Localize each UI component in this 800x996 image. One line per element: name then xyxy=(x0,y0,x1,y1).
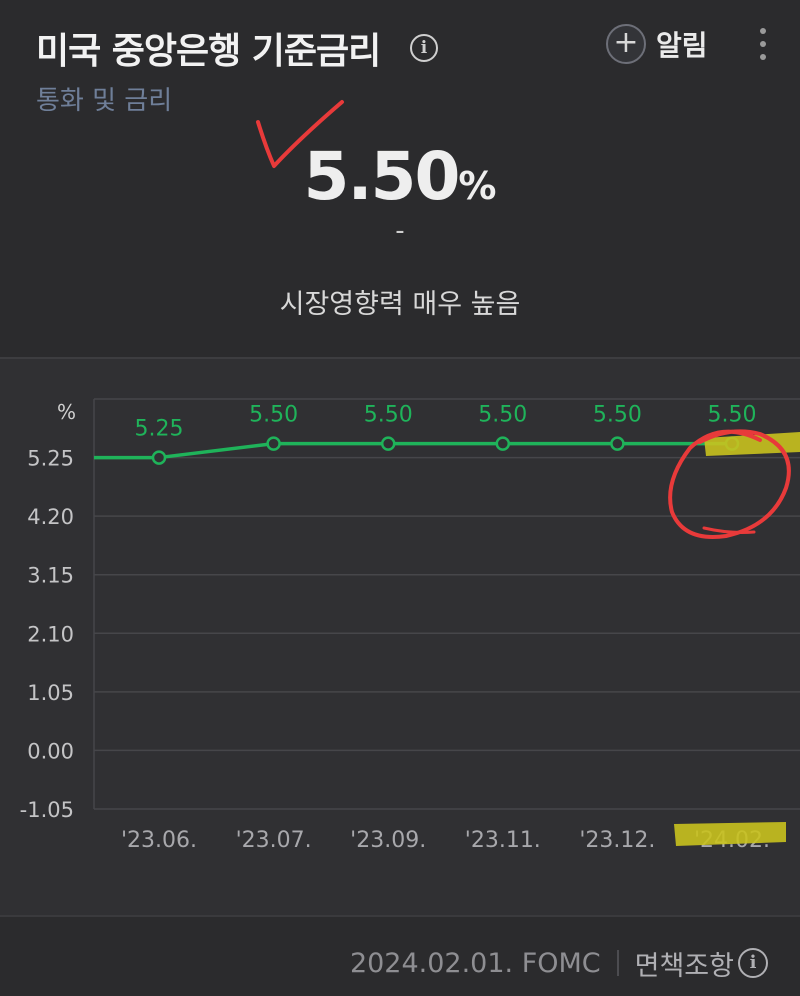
y-tick-label: 5.25 xyxy=(27,447,74,471)
x-tick-label: '23.07. xyxy=(236,828,312,853)
divider xyxy=(0,915,800,917)
x-tick-label: '23.09. xyxy=(350,828,426,853)
x-tick-label: '23.06. xyxy=(121,828,197,853)
data-label: 5.50 xyxy=(364,403,413,428)
y-tick-label: 2.10 xyxy=(27,622,74,646)
data-label: 5.25 xyxy=(135,417,184,442)
rate-value: 5.50 xyxy=(303,138,461,215)
x-tick-label: '24.02. xyxy=(694,828,770,853)
data-point xyxy=(380,436,396,451)
data-label: 5.50 xyxy=(249,403,298,428)
footer: 2024.02.01. FOMC 면책조항 i xyxy=(350,940,768,986)
info-icon[interactable]: i xyxy=(738,948,768,978)
y-tick-label: 3.15 xyxy=(27,564,74,588)
alert-label: 알림 xyxy=(656,29,708,62)
x-tick-label: '23.12. xyxy=(579,828,655,853)
plus-icon: + xyxy=(606,24,646,64)
alert-button[interactable]: + 알림 xyxy=(606,22,708,66)
y-tick-label: 4.20 xyxy=(27,505,74,529)
data-label: 5.50 xyxy=(593,403,642,428)
data-point xyxy=(724,436,740,451)
source-date: 2024.02.01. FOMC xyxy=(349,947,601,979)
more-vertical-icon[interactable] xyxy=(756,28,770,60)
rate-unit: % xyxy=(458,164,497,208)
data-point xyxy=(151,450,167,465)
y-tick-label: 0.00 xyxy=(27,739,74,763)
chart-panel: % 5.25 4.20 3.15 2.10 1.05 0.00 -1.05 '23.06. '23… xyxy=(0,359,800,915)
data-label: 5.50 xyxy=(478,403,527,428)
x-tick-label: '23.11. xyxy=(465,828,541,853)
y-tick-label: -1.05 xyxy=(20,798,74,822)
y-axis-label: % xyxy=(57,400,76,424)
market-impact: 시장영향력 매우 높음 xyxy=(279,289,521,320)
rate-change: - xyxy=(395,216,405,246)
footer-separator xyxy=(616,950,619,976)
header: 미국 중앙은행 기준금리 i 통화 및 금리 + 알림 5.50% - 시장영향… xyxy=(0,0,800,358)
data-point xyxy=(495,436,511,451)
current-rate: 5.50% xyxy=(0,138,800,215)
y-tick-label: 1.05 xyxy=(27,681,74,705)
series-line xyxy=(94,441,732,460)
page-title: 미국 중앙은행 기준금리 xyxy=(36,31,381,72)
data-label: 5.50 xyxy=(708,403,757,428)
rate-chart: % 5.25 4.20 3.15 2.10 1.05 0.00 -1.05 '23.06. '23… xyxy=(20,398,800,853)
disclaimer-link[interactable]: 면책조항 xyxy=(635,944,734,983)
data-point xyxy=(266,436,281,451)
info-icon[interactable]: i xyxy=(410,34,438,62)
category-link[interactable]: 통화 및 금리 xyxy=(36,80,172,117)
data-point xyxy=(610,436,625,451)
